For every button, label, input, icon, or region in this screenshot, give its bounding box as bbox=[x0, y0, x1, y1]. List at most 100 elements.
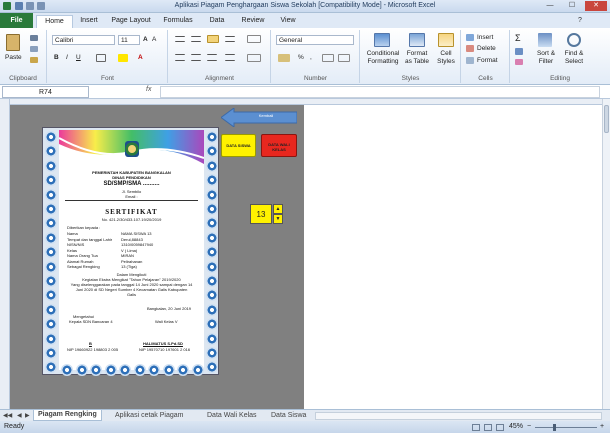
ornament-icon bbox=[45, 260, 57, 273]
indent-icon[interactable] bbox=[225, 54, 235, 61]
normal-view-icon[interactable] bbox=[472, 424, 480, 431]
borders-icon[interactable] bbox=[96, 54, 106, 62]
cell-styles-button[interactable]: Cell Styles bbox=[433, 50, 459, 66]
rank-spinner-up[interactable]: ▲ bbox=[273, 204, 283, 214]
zoom-level[interactable]: 45% bbox=[509, 421, 523, 433]
ornament-icon bbox=[45, 145, 57, 158]
paste-icon[interactable] bbox=[6, 34, 20, 51]
font-color-button[interactable]: A bbox=[138, 54, 143, 62]
align-bottom-icon[interactable] bbox=[207, 35, 219, 43]
paste-button[interactable]: Paste bbox=[5, 54, 22, 62]
copy-icon[interactable] bbox=[30, 46, 38, 52]
clear-icon[interactable] bbox=[515, 59, 523, 65]
rank-spinner-value[interactable]: 13 bbox=[250, 204, 272, 224]
maximize-button[interactable]: ☐ bbox=[562, 1, 582, 11]
prev-sheet-arrow-icon[interactable]: ◀ bbox=[17, 411, 22, 421]
formula-input[interactable] bbox=[160, 86, 600, 98]
data-siswa-button[interactable]: DATA SISWA bbox=[221, 134, 256, 157]
rank-spinner-down[interactable]: ▼ bbox=[273, 214, 283, 224]
cut-icon[interactable] bbox=[30, 35, 38, 41]
sheet-tab-data-wali[interactable]: Data Wali Kelas bbox=[207, 411, 257, 421]
tab-file[interactable]: File bbox=[0, 13, 33, 28]
align-left-icon[interactable] bbox=[175, 54, 185, 61]
kembali-button[interactable]: Kembali bbox=[221, 108, 297, 127]
align-middle-icon[interactable] bbox=[191, 36, 201, 42]
row-headers[interactable] bbox=[0, 99, 10, 409]
tab-formulas[interactable]: Formulas bbox=[158, 15, 198, 28]
percent-button[interactable]: % bbox=[298, 54, 304, 62]
vertical-scrollbar[interactable] bbox=[602, 99, 610, 409]
cert-heading: SERTIFIKAT bbox=[105, 208, 158, 216]
sheet-tab-data-siswa[interactable]: Data Siswa bbox=[271, 411, 306, 421]
decrease-decimal-icon[interactable] bbox=[338, 54, 350, 62]
format-button[interactable]: Format bbox=[477, 57, 498, 65]
cell-styles-icon[interactable] bbox=[438, 33, 454, 47]
zoom-slider[interactable] bbox=[535, 427, 597, 428]
format-painter-icon[interactable] bbox=[30, 57, 38, 63]
find-select-icon[interactable] bbox=[567, 33, 581, 47]
merge-center-icon[interactable] bbox=[247, 54, 261, 62]
next-sheet-arrow-icon[interactable]: ▶ bbox=[25, 411, 30, 421]
number-format-select[interactable]: General bbox=[276, 35, 354, 45]
bold-button[interactable]: B bbox=[54, 54, 59, 62]
page-break-view-icon[interactable] bbox=[496, 424, 504, 431]
comma-button[interactable]: , bbox=[310, 54, 312, 62]
data-wali-kelas-button[interactable]: DATA WALI KELAS bbox=[261, 134, 297, 157]
first-sheet-arrow-icon[interactable]: ◀◀ bbox=[3, 411, 12, 421]
ornament-icon bbox=[148, 364, 160, 376]
font-name-select[interactable]: Calibri bbox=[52, 35, 115, 45]
minimize-button[interactable]: — bbox=[540, 1, 560, 11]
editing-group: Σ Sort & Filter Find & Select Editing bbox=[511, 30, 609, 83]
delete-button[interactable]: Delete bbox=[477, 45, 496, 53]
page-layout-view-icon[interactable] bbox=[484, 424, 492, 431]
conditional-formatting-icon[interactable] bbox=[374, 33, 390, 47]
sheet-tab-aplikasi-cetak[interactable]: Aplikasi cetak Piagam bbox=[115, 411, 183, 421]
format-as-table-button[interactable]: Format as Table bbox=[403, 50, 431, 66]
underline-button[interactable]: U bbox=[76, 54, 81, 62]
sort-filter-icon[interactable] bbox=[538, 33, 552, 47]
fmt-line1: Format bbox=[406, 50, 428, 57]
fill-icon[interactable] bbox=[515, 48, 523, 55]
cert-field-label: Tempat dan tanggal Lahir bbox=[67, 236, 113, 242]
fill-color-icon[interactable] bbox=[118, 54, 128, 62]
ornament-icon bbox=[162, 364, 175, 376]
scroll-thumb[interactable] bbox=[604, 105, 609, 133]
orientation-icon[interactable] bbox=[225, 36, 235, 42]
font-size-select[interactable]: 11 bbox=[118, 35, 140, 45]
name-box[interactable]: R74 bbox=[2, 86, 89, 98]
delete-icon[interactable] bbox=[466, 45, 474, 52]
tab-page-layout[interactable]: Page Layout bbox=[108, 15, 154, 28]
autosum-icon[interactable]: Σ bbox=[515, 34, 521, 43]
conditional-formatting-button[interactable]: Conditional Formatting bbox=[363, 50, 403, 66]
tab-home[interactable]: Home bbox=[36, 15, 73, 28]
zoom-out-icon[interactable]: − bbox=[527, 421, 531, 433]
ornament-icon bbox=[206, 188, 218, 201]
italic-button[interactable]: I bbox=[66, 54, 68, 62]
wrap-text-icon[interactable] bbox=[247, 35, 261, 43]
format-icon[interactable] bbox=[466, 57, 474, 64]
tab-view[interactable]: View bbox=[275, 15, 301, 28]
fx-icon[interactable]: fx bbox=[146, 86, 151, 93]
zoom-in-icon[interactable]: + bbox=[600, 421, 604, 433]
zoom-slider-thumb[interactable] bbox=[553, 424, 556, 431]
find-select-button[interactable]: Find & Select bbox=[561, 50, 587, 66]
close-button[interactable]: ✕ bbox=[585, 1, 607, 11]
currency-icon[interactable] bbox=[278, 54, 290, 62]
increase-decimal-icon[interactable] bbox=[322, 54, 334, 62]
horizontal-scrollbar[interactable] bbox=[315, 412, 602, 420]
align-center-icon[interactable] bbox=[191, 54, 201, 61]
align-top-icon[interactable] bbox=[175, 36, 185, 42]
sheet-tab-piagam-rengking[interactable]: Piagam Rengking bbox=[33, 410, 102, 421]
clipboard-group: Paste Clipboard bbox=[0, 30, 47, 83]
sort-filter-button[interactable]: Sort & Filter bbox=[533, 50, 559, 66]
help-icon[interactable]: ? bbox=[575, 16, 585, 26]
tab-insert[interactable]: Insert bbox=[74, 15, 104, 28]
tab-review[interactable]: Review bbox=[236, 15, 270, 28]
grow-font-button[interactable]: A bbox=[143, 36, 148, 44]
shrink-font-button[interactable]: A bbox=[152, 36, 156, 44]
insert-icon[interactable] bbox=[466, 34, 474, 41]
align-right-icon[interactable] bbox=[207, 54, 217, 61]
tab-data[interactable]: Data bbox=[205, 15, 229, 28]
format-as-table-icon[interactable] bbox=[409, 33, 425, 47]
insert-button[interactable]: Insert bbox=[477, 34, 493, 42]
